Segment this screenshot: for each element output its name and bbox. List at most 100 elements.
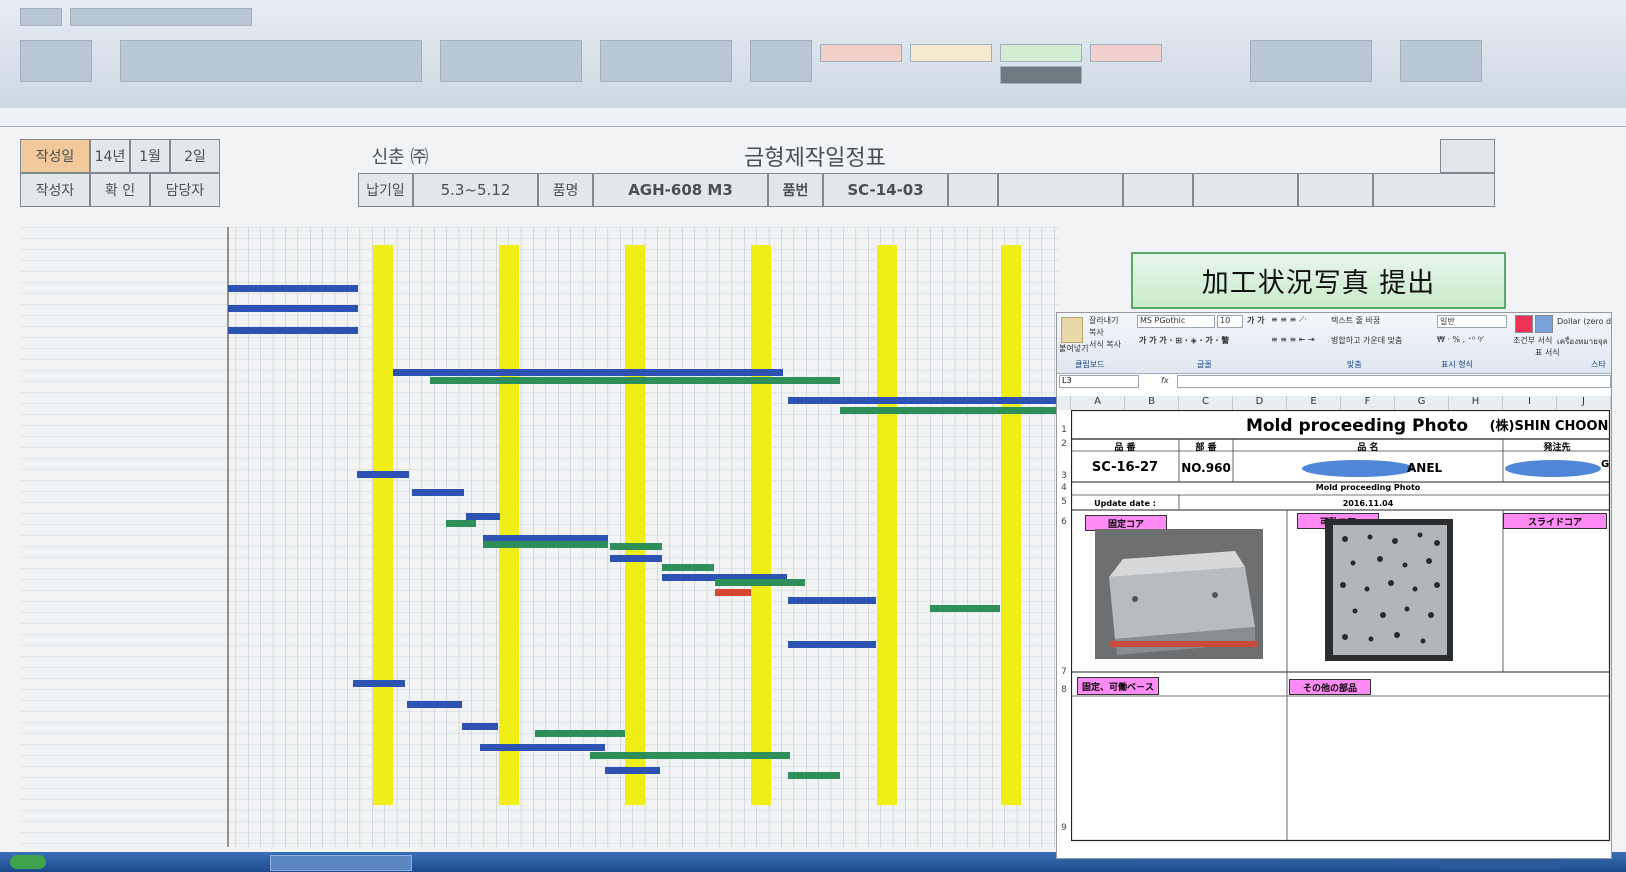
- row-number[interactable]: 4: [1057, 483, 1071, 493]
- year-cell: 14년: [90, 139, 130, 173]
- header-customer: 発注先: [1543, 443, 1571, 453]
- gantt-bar: [610, 543, 662, 550]
- month-cell: 1월: [130, 139, 170, 173]
- style-neutral[interactable]: [910, 44, 992, 62]
- other-parts-label: その他の部品: [1289, 679, 1371, 695]
- number-group[interactable]: [600, 40, 732, 82]
- gantt-bar: [412, 489, 464, 496]
- column-header[interactable]: I: [1503, 396, 1557, 410]
- column-header[interactable]: J: [1557, 396, 1611, 410]
- style-good[interactable]: [1000, 44, 1082, 62]
- ribbon-tabs[interactable]: [70, 8, 252, 26]
- conditional-format-icon[interactable]: [1515, 315, 1533, 333]
- mold-photo-sheet: 붙여넣기 잘라내기 복사 서식 복사 클립보드 MS PGothic 10 가 …: [1056, 312, 1612, 859]
- align-left-icon[interactable]: ≡ ≡ ≡ ⇤ ⇥: [1271, 335, 1315, 344]
- gantt-bar: [610, 555, 662, 562]
- header-part-no: 品 番: [1114, 443, 1136, 453]
- gantt-bar: [840, 407, 1058, 414]
- name-box[interactable]: L3: [1059, 375, 1139, 388]
- weekend-column: [1001, 245, 1021, 805]
- font-name-select[interactable]: MS PGothic: [1137, 315, 1215, 328]
- wrap-text-button[interactable]: 텍스트 줄 바꿈: [1331, 315, 1380, 326]
- weekend-column: [625, 245, 645, 805]
- gantt-bar: [353, 680, 405, 687]
- table-format-button[interactable]: 표 서식: [1535, 347, 1560, 358]
- paste-icon[interactable]: [1061, 317, 1083, 343]
- column-header[interactable]: A: [1071, 396, 1125, 410]
- weekend-column: [373, 245, 393, 805]
- gantt-bar: [228, 285, 358, 292]
- gantt-bar: [605, 767, 660, 774]
- gantt-bar: [662, 564, 714, 571]
- product-value: AGH-608 M3: [593, 173, 768, 207]
- row-number[interactable]: 3: [1057, 471, 1071, 481]
- gantt-bar: [462, 723, 498, 730]
- cells-group[interactable]: [1250, 40, 1372, 82]
- date-label: 작성일: [20, 139, 90, 173]
- row-number[interactable]: 2: [1057, 439, 1071, 449]
- header-cell: [1193, 173, 1298, 207]
- number-format-select[interactable]: 일반: [1437, 315, 1507, 328]
- row-number[interactable]: 5: [1057, 497, 1071, 507]
- due-value: 5.3~5.12: [413, 173, 538, 207]
- styles-group[interactable]: [750, 40, 812, 82]
- gantt-bar: [483, 541, 608, 548]
- movable-core-photo: [1325, 519, 1453, 661]
- header-cell: [1373, 173, 1495, 207]
- confirm-label: 확 인: [90, 173, 150, 207]
- paste-button[interactable]: 붙여넣기: [1059, 343, 1088, 354]
- column-header[interactable]: D: [1233, 396, 1287, 410]
- company-name: 신춘 ㈜: [220, 139, 580, 173]
- row-number[interactable]: 7: [1057, 667, 1071, 677]
- align-top-icon[interactable]: ≡ ≡ ≡ ⟋·: [1271, 315, 1307, 325]
- fixed-core-photo: [1095, 529, 1263, 659]
- style-dollar[interactable]: Dollar (zero de: [1557, 317, 1611, 326]
- copy-button[interactable]: 복사: [1089, 327, 1104, 338]
- select-all-corner[interactable]: [1057, 396, 1071, 410]
- format-painter-button[interactable]: 서식 복사: [1089, 339, 1121, 350]
- font-group[interactable]: [120, 40, 422, 82]
- row-number[interactable]: 1: [1057, 425, 1071, 435]
- column-header[interactable]: F: [1341, 396, 1395, 410]
- banner-label: 加工状況写真 提出: [1131, 252, 1506, 309]
- column-header[interactable]: B: [1125, 396, 1179, 410]
- column-header[interactable]: H: [1449, 396, 1503, 410]
- header-cell: [948, 173, 998, 207]
- style-bad[interactable]: [820, 44, 902, 62]
- grow-font-icon[interactable]: 가 가: [1247, 315, 1265, 326]
- currency-icon[interactable]: ₩ · % , ⁺⁰ ⁰⁄: [1437, 335, 1482, 344]
- table-format-icon[interactable]: [1535, 315, 1553, 333]
- formula-input[interactable]: [1177, 375, 1611, 388]
- part-no-value: SC-16-27: [1091, 460, 1159, 475]
- taskbar-excel-button[interactable]: [270, 855, 412, 871]
- start-button[interactable]: [10, 855, 46, 869]
- customer-suffix: G: [1601, 459, 1610, 470]
- bold-icon[interactable]: 가 가 가 · ⊞ · ◈ · 가 · 瞥: [1139, 335, 1229, 346]
- cut-button[interactable]: 잘라내기: [1089, 315, 1118, 326]
- weekend-column: [751, 245, 771, 805]
- style-dark[interactable]: [1000, 66, 1082, 84]
- quick-access-toolbar[interactable]: [20, 8, 62, 26]
- row-number[interactable]: 6: [1057, 517, 1071, 527]
- alignment-group[interactable]: [440, 40, 582, 82]
- header-cell: [1123, 173, 1193, 207]
- fx-icon[interactable]: fx: [1161, 376, 1169, 385]
- column-header[interactable]: C: [1179, 396, 1233, 410]
- formula-bar[interactable]: [0, 108, 1626, 127]
- editing-group[interactable]: [1400, 40, 1482, 82]
- gantt-bar: [715, 579, 805, 586]
- conditional-format-button[interactable]: 조건부 서식: [1513, 335, 1552, 346]
- product-label: 품명: [538, 173, 593, 207]
- column-header[interactable]: G: [1395, 396, 1449, 410]
- style-note[interactable]: [1090, 44, 1162, 62]
- merge-center-button[interactable]: 병합하고 가운데 맞춤: [1331, 335, 1402, 346]
- gantt-bar: [228, 305, 358, 312]
- clipboard-group[interactable]: [20, 40, 92, 82]
- column-header[interactable]: E: [1287, 396, 1341, 410]
- row-number[interactable]: 9: [1057, 823, 1071, 833]
- part-no-label: 품번: [768, 173, 823, 207]
- font-size-select[interactable]: 10: [1217, 315, 1243, 328]
- row-number[interactable]: 8: [1057, 685, 1071, 695]
- day-cell: 2일: [170, 139, 220, 173]
- style-thai[interactable]: เครื่องหมายจุล: [1557, 335, 1607, 348]
